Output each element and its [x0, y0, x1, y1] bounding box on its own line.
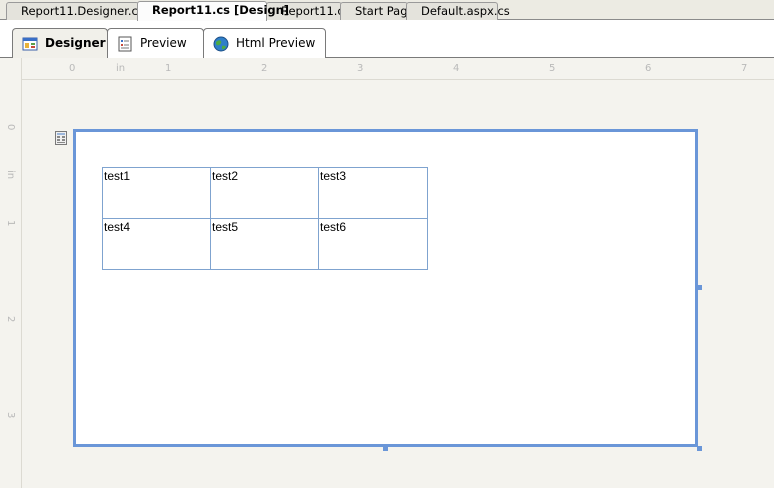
table-cell[interactable]: test5 — [210, 218, 319, 270]
report-table[interactable]: test1 test2 test3 test4 test5 test6 — [102, 167, 428, 270]
ruler-v-label-0: 0 — [5, 124, 16, 131]
tab-html-preview[interactable]: Html Preview — [203, 28, 326, 58]
doc-tab-default-aspx-cs[interactable]: Default.aspx.cs — [406, 2, 510, 20]
report-component-icon[interactable] — [55, 131, 67, 145]
table-cell[interactable]: test6 — [318, 218, 428, 270]
ruler-h-label-5: 5 — [549, 63, 556, 74]
tab-designer-label: Designer — [45, 36, 106, 50]
ruler-v-label-1: 1 — [5, 220, 16, 227]
tab-preview[interactable]: Preview — [107, 28, 204, 58]
vertical-ruler: 0 in 1 2 3 — [0, 58, 22, 488]
ruler-h-label-4: 4 — [453, 63, 460, 74]
table-cell[interactable]: test3 — [318, 167, 428, 219]
ruler-v-label-3: 3 — [5, 412, 16, 419]
ruler-h-label-2: 2 — [261, 63, 268, 74]
doc-tab-report11-design[interactable]: Report11.cs [Design] — [137, 1, 289, 21]
tab-designer[interactable]: Designer — [12, 28, 108, 59]
resize-handle-right[interactable] — [697, 285, 702, 290]
table-cell[interactable]: test1 — [102, 167, 211, 219]
report-designer-window: Report11.Designer.cs Report11.cs [Design… — [0, 0, 774, 488]
view-tab-bar: Designer Preview Html Preview — [0, 20, 774, 59]
preview-icon — [118, 36, 132, 52]
doc-tab-report11-designer-cs[interactable]: Report11.Designer.cs — [6, 2, 144, 20]
ruler-v-unit-label: in — [5, 170, 16, 180]
globe-icon — [213, 36, 229, 52]
ruler-h-label-0: 0 — [69, 63, 76, 74]
ruler-h-label-3: 3 — [357, 63, 364, 74]
doc-tab-start-page[interactable]: Start Page — [340, 2, 415, 20]
table-row: test4 test5 test6 — [102, 218, 428, 270]
tab-preview-label: Preview — [140, 36, 187, 50]
document-tab-strip: Report11.Designer.cs Report11.cs [Design… — [0, 0, 774, 21]
horizontal-ruler: 0 in 1 2 3 4 5 6 7 — [22, 58, 774, 80]
ruler-h-label-7: 7 — [741, 63, 748, 74]
resize-handle-bottom[interactable] — [383, 446, 388, 451]
tab-html-preview-label: Html Preview — [236, 36, 316, 50]
table-cell[interactable]: test2 — [210, 167, 319, 219]
ruler-h-label-6: 6 — [645, 63, 652, 74]
table-row: test1 test2 test3 — [102, 167, 428, 219]
ruler-h-label-1: 1 — [165, 63, 172, 74]
resize-handle-bottom-right[interactable] — [697, 446, 702, 451]
table-cell[interactable]: test4 — [102, 218, 211, 270]
ruler-v-label-2: 2 — [5, 316, 16, 323]
ruler-unit-label: in — [116, 63, 126, 74]
designer-icon — [22, 37, 38, 51]
